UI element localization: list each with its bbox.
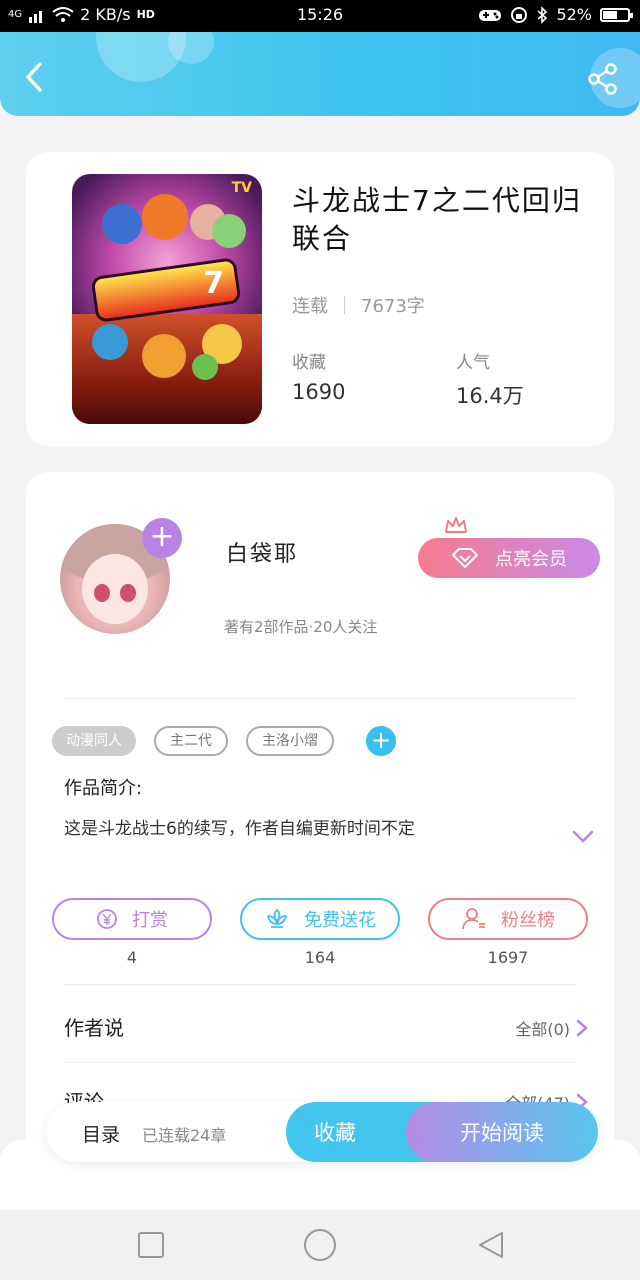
add-tag-button[interactable]: +: [366, 726, 396, 756]
send-flower-button[interactable]: 免费送花: [240, 898, 400, 940]
status-bar: 4G 2 KB/s HD 15:26 52%: [0, 0, 640, 32]
battery-icon: [600, 7, 633, 22]
author-says-label[interactable]: 作者说: [64, 1012, 124, 1041]
author-card: + 白袋耶 著有2部作品·20人关注 点亮会员 动漫同人 主二代 主洛小熠 + …: [26, 472, 614, 1192]
author-says-all-link[interactable]: 全部(0): [515, 1016, 588, 1040]
yen-coin-icon: [97, 909, 117, 929]
fan-ranking-button[interactable]: 粉丝榜: [428, 898, 588, 940]
home-button[interactable]: [302, 1227, 338, 1263]
cover-character: [142, 194, 188, 240]
activate-vip-button[interactable]: 点亮会员: [418, 538, 600, 578]
favorite-label: 收藏: [314, 1121, 356, 1145]
gamepad-icon: [479, 9, 502, 21]
book-info-card: TV 7 斗龙战士7之二代回归联合 连载 7673字 收藏 1690 人气 16…: [26, 152, 614, 446]
meta-separator: [344, 296, 345, 314]
serial-chapters: 已连载24章: [142, 1126, 227, 1145]
avatar-face: [82, 554, 148, 624]
crown-icon: [445, 517, 467, 533]
book-meta: 连载 7673字: [292, 292, 425, 318]
send-flower-label: 免费送花: [304, 910, 376, 931]
popularity-label: 人气: [456, 353, 490, 373]
catalog-button[interactable]: 目录: [82, 1120, 120, 1147]
cover-creature: [92, 324, 128, 360]
system-nav-bar: [0, 1210, 640, 1280]
flower-count: 164: [304, 948, 336, 967]
divider: [64, 984, 576, 985]
author-says-count: 全部(0): [515, 1020, 570, 1039]
book-cover[interactable]: TV 7: [72, 174, 262, 424]
share-button[interactable]: [586, 62, 620, 96]
status-right: 52%: [478, 5, 633, 24]
battery-percent: 52%: [556, 5, 592, 24]
expand-chevron-icon[interactable]: [572, 830, 594, 844]
back-nav-button[interactable]: [476, 1230, 506, 1260]
author-name[interactable]: 白袋耶: [226, 536, 298, 568]
flower-icon: [267, 909, 287, 928]
start-reading-button[interactable]: 开始阅读: [406, 1102, 598, 1162]
reward-count: 4: [126, 948, 138, 967]
reward-button[interactable]: 打赏: [52, 898, 212, 940]
follow-author-button[interactable]: +: [142, 518, 182, 558]
cover-character: [212, 214, 246, 248]
lock-rotation-icon: [511, 6, 528, 23]
tag-chip[interactable]: 主洛小熠: [246, 726, 334, 756]
favorites-label: 收藏: [292, 353, 326, 373]
book-title: 斗龙战士7之二代回归联合: [292, 184, 582, 255]
back-button[interactable]: [18, 60, 52, 94]
chevron-right-icon: [576, 1019, 588, 1037]
cover-number: 7: [203, 266, 224, 301]
avatar-eye: [94, 584, 110, 602]
intro-label: 作品简介:: [64, 778, 143, 799]
bluetooth-icon: [537, 5, 548, 24]
book-word-count: 7673字: [361, 296, 425, 317]
bottom-action-bar: 目录 已连载24章 收藏 开始阅读: [46, 1102, 598, 1162]
reward-label: 打赏: [132, 910, 168, 931]
cover-creature: [192, 354, 218, 380]
intro-text: 这是斗龙战士6的续写，作者自编更新时间不定: [64, 819, 415, 839]
vip-button-label: 点亮会员: [495, 549, 567, 570]
favorites-value: 1690: [292, 380, 346, 404]
tag-list: 动漫同人 主二代 主洛小熠 +: [52, 726, 396, 756]
top-header: [0, 32, 640, 116]
cover-creature: [142, 334, 186, 378]
fan-count: 1697: [487, 948, 529, 967]
cover-tag: TV: [231, 180, 252, 196]
divider: [64, 1062, 576, 1063]
start-reading-label: 开始阅读: [460, 1121, 544, 1145]
book-status: 连载: [292, 296, 328, 317]
author-info: 著有2部作品·20人关注: [224, 618, 378, 636]
recent-apps-button[interactable]: [136, 1230, 166, 1260]
avatar-eye: [120, 584, 136, 602]
divider: [64, 698, 576, 699]
popularity-value: 16.4万: [456, 384, 524, 408]
tag-chip[interactable]: 主二代: [154, 726, 228, 756]
tag-chip[interactable]: 动漫同人: [52, 726, 136, 756]
diamond-icon: [452, 548, 478, 568]
user-icon: [462, 908, 485, 930]
cover-character: [102, 204, 142, 244]
fan-ranking-label: 粉丝榜: [501, 910, 555, 931]
